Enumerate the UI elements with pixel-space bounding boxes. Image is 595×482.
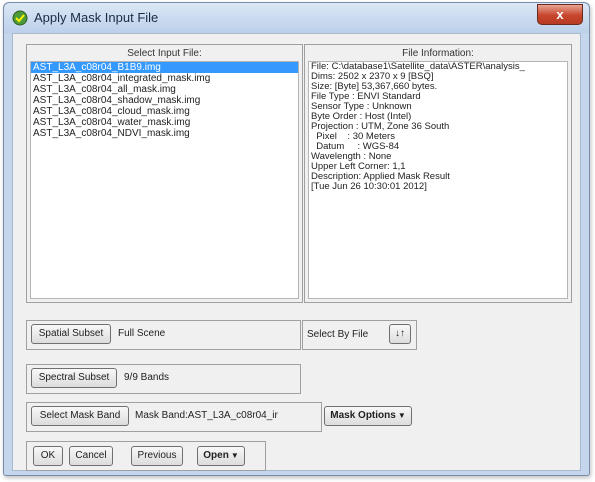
- list-item[interactable]: AST_L3A_c08r04_integrated_mask.img: [31, 73, 298, 84]
- ok-button[interactable]: OK: [33, 446, 63, 466]
- sort-button[interactable]: ↓↑: [389, 324, 411, 344]
- file-information-title: File Information:: [402, 48, 474, 59]
- close-button[interactable]: x: [537, 4, 583, 25]
- input-file-list[interactable]: AST_L3A_c08r04_B1B9.img AST_L3A_c08r04_i…: [30, 61, 299, 299]
- info-line: [Tue Jun 26 10:30:01 2012]: [311, 181, 427, 192]
- open-button-label: Open: [203, 450, 229, 461]
- list-item[interactable]: AST_L3A_c08r04_water_mask.img: [31, 117, 298, 128]
- previous-button[interactable]: Previous: [131, 446, 183, 466]
- cancel-button[interactable]: Cancel: [69, 446, 113, 466]
- spatial-subset-button[interactable]: Spatial Subset: [31, 324, 111, 344]
- sort-arrows-icon: ↓↑: [395, 328, 405, 339]
- spectral-subset-value: 9/9 Bands: [124, 372, 170, 383]
- mask-band-value: Mask Band:AST_L3A_c08r04_ir: [135, 410, 278, 421]
- envi-app-icon: [12, 10, 28, 26]
- list-item[interactable]: AST_L3A_c08r04_cloud_mask.img: [31, 106, 298, 117]
- input-file-panel: Select Input File: AST_L3A_c08r04_B1B9.i…: [26, 44, 303, 303]
- list-item[interactable]: AST_L3A_c08r04_NDVI_mask.img: [31, 128, 298, 139]
- open-button[interactable]: Open ▼: [197, 446, 245, 466]
- dialog-body: Select Input File: AST_L3A_c08r04_B1B9.i…: [12, 33, 581, 471]
- select-mask-band-button[interactable]: Select Mask Band: [31, 406, 129, 426]
- list-item[interactable]: AST_L3A_c08r04_all_mask.img: [31, 84, 298, 95]
- file-information-panel: File Information: File: C:\database1\Sat…: [304, 44, 572, 303]
- apply-mask-dialog: Apply Mask Input File x Select Input Fil…: [3, 2, 590, 476]
- input-file-title: Select Input File:: [127, 48, 202, 59]
- window-title: Apply Mask Input File: [34, 10, 159, 25]
- file-information-text: File: C:\database1\Satellite_data\ASTER\…: [308, 61, 568, 299]
- mask-options-button[interactable]: Mask Options ▼: [324, 406, 412, 426]
- list-item[interactable]: AST_L3A_c08r04_B1B9.img: [31, 62, 298, 73]
- spectral-subset-row: Spectral Subset 9/9 Bands: [26, 364, 301, 394]
- mask-band-row: Select Mask Band Mask Band:AST_L3A_c08r0…: [26, 402, 322, 432]
- close-icon: x: [556, 7, 564, 22]
- select-by-row: Select By File ↓↑: [302, 320, 417, 350]
- action-button-row: OK Cancel Previous Open ▼: [26, 441, 266, 471]
- mask-options-label: Mask Options: [330, 410, 396, 421]
- spatial-subset-value: Full Scene: [118, 328, 166, 339]
- title-bar[interactable]: Apply Mask Input File x: [4, 3, 589, 33]
- list-item[interactable]: AST_L3A_c08r04_shadow_mask.img: [31, 95, 298, 106]
- chevron-down-icon: ▼: [230, 451, 239, 460]
- spatial-subset-row: Spatial Subset Full Scene: [26, 320, 301, 350]
- spectral-subset-button[interactable]: Spectral Subset: [31, 368, 117, 388]
- chevron-down-icon: ▼: [397, 411, 406, 420]
- select-by-file-label: Select By File: [307, 329, 369, 340]
